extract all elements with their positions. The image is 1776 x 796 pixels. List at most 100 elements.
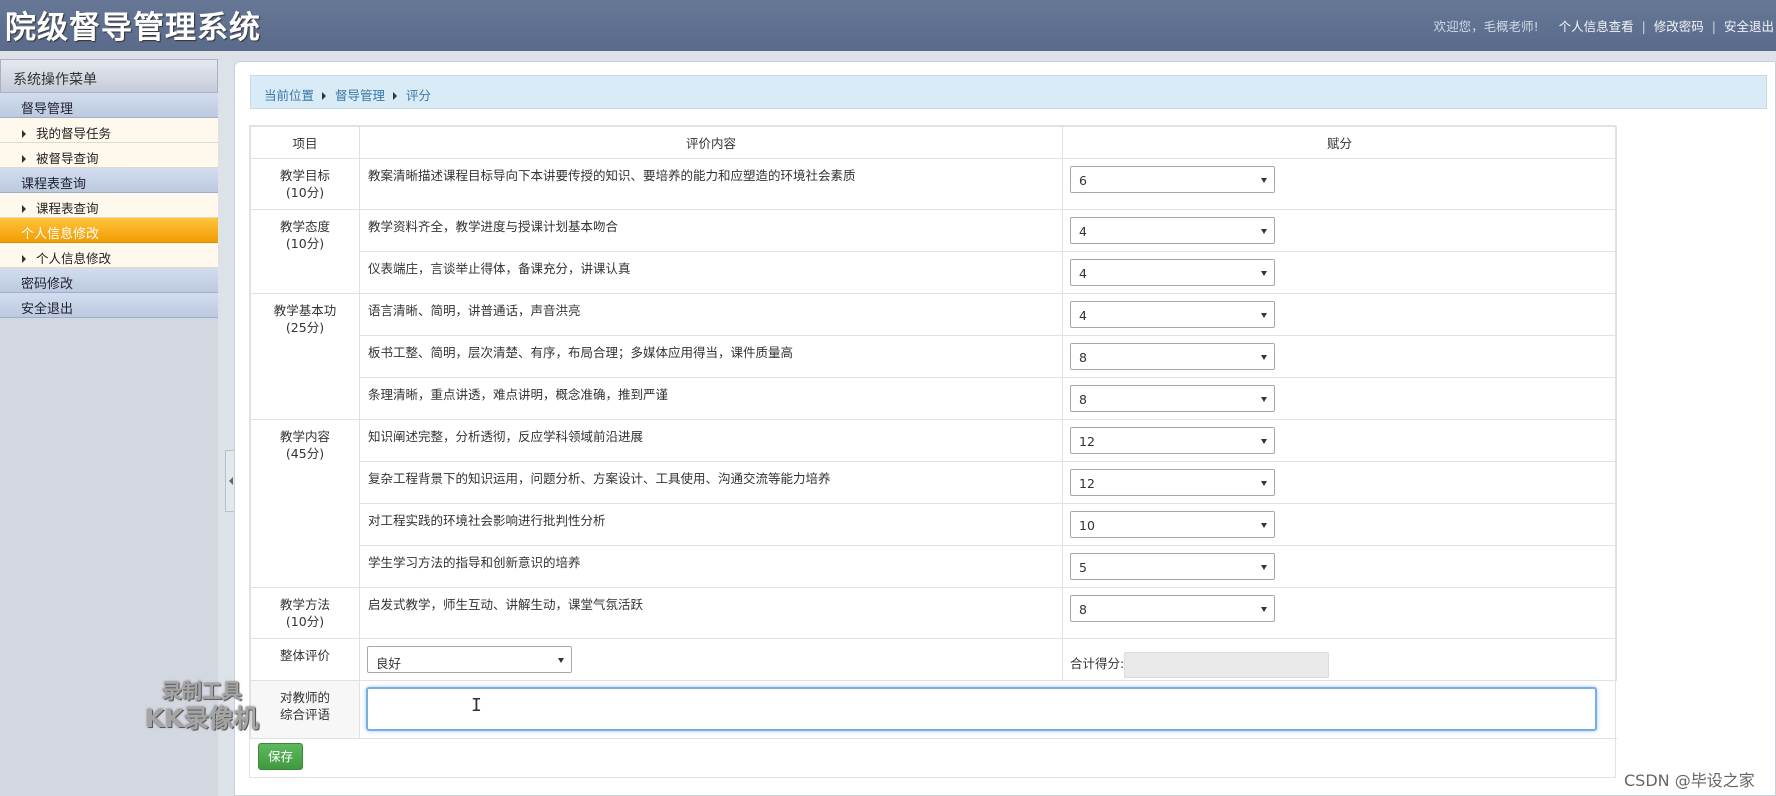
score-value: 4 — [1079, 308, 1087, 323]
score-select[interactable]: 8 — [1070, 595, 1275, 622]
comment-label-line2: 综合评语 — [279, 707, 330, 722]
evaluation-table: 项目 评价内容 赋分 教学目标 (10分) 教案清晰描述课程目标导向下本讲要传授的… — [250, 126, 1617, 739]
comment-label-cell: 对教师的 综合评语 — [250, 680, 360, 739]
score-select[interactable]: 6 — [1070, 166, 1275, 193]
top-header: 院级督导管理系统 欢迎您，毛概老师! 个人信息查看 | 修改密码 | 安全退出 — [0, 0, 1776, 51]
table-row: 复杂工程背景下的知识运用，问题分析、方案设计、工具使用、沟通交流等能力培养 12 — [251, 461, 1617, 504]
criterion-text: 条理清晰，重点讲透，难点讲明，概念准确，推到严谨 — [359, 377, 1063, 420]
header-content: 评价内容 — [359, 126, 1063, 159]
caret-right-icon — [22, 154, 26, 163]
score-cell: 8 — [1062, 587, 1617, 639]
recorder-watermark: 录制工具 KK录像机 — [145, 678, 259, 732]
score-value: 12 — [1079, 434, 1095, 449]
overall-cell: 良好 — [359, 638, 1063, 681]
item-name: 教学基本功 — [273, 303, 337, 318]
watermark-line2: KK录像机 — [145, 704, 259, 733]
score-select[interactable]: 12 — [1070, 469, 1275, 496]
menu-title: 系统操作菜单 — [0, 59, 218, 93]
dropdown-arrow-icon — [1261, 271, 1267, 276]
menu-item-profile-edit[interactable]: 个人信息修改 — [0, 243, 218, 268]
score-value: 8 — [1079, 602, 1087, 617]
item-points: (10分) — [285, 236, 325, 251]
menu-group-logout[interactable]: 安全退出 — [0, 293, 218, 318]
score-select[interactable]: 8 — [1070, 343, 1275, 370]
item-points: (25分) — [285, 320, 325, 335]
score-cell: 10 — [1062, 503, 1617, 546]
header-score: 赋分 — [1062, 126, 1617, 159]
overall-select[interactable]: 良好 — [367, 646, 572, 673]
menu-item-label: 我的督导任务 — [36, 126, 112, 141]
dropdown-arrow-icon — [1261, 439, 1267, 444]
menu-group-password[interactable]: 密码修改 — [0, 268, 218, 293]
logout-link[interactable]: 安全退出 — [1724, 19, 1774, 34]
table-row: 学生学习方法的指导和创新意识的培养 5 — [251, 545, 1617, 588]
dropdown-arrow-icon — [1261, 313, 1267, 318]
header-links: 欢迎您，毛概老师! 个人信息查看 | 修改密码 | 安全退出 — [1434, 16, 1774, 35]
csdn-watermark: CSDN @毕设之家 — [1624, 771, 1755, 790]
score-value: 8 — [1079, 392, 1087, 407]
score-select[interactable]: 4 — [1070, 217, 1275, 244]
score-select[interactable]: 12 — [1070, 427, 1275, 454]
score-cell: 12 — [1062, 461, 1617, 504]
dropdown-arrow-icon — [1261, 229, 1267, 234]
dropdown-arrow-icon — [1261, 523, 1267, 528]
breadcrumb-current-location[interactable]: 当前位置 — [264, 88, 314, 103]
dropdown-arrow-icon — [1261, 178, 1267, 183]
item-name: 教学内容 — [279, 429, 330, 444]
table-row: 仪表端庄，言谈举止得体，备课充分，讲课认真 4 — [251, 251, 1617, 294]
menu-group-supervision[interactable]: 督导管理 — [0, 93, 218, 118]
comment-label-line1: 对教师的 — [279, 690, 330, 705]
header-item: 项目 — [250, 126, 360, 159]
criterion-text: 复杂工程背景下的知识运用，问题分析、方案设计、工具使用、沟通交流等能力培养 — [359, 461, 1063, 504]
score-select[interactable]: 10 — [1070, 511, 1275, 538]
table-row: 教学内容 (45分) 知识阐述完整，分析透彻，反应学科领域前沿进展 12 — [250, 419, 1617, 588]
item-name: 教学方法 — [279, 597, 330, 612]
menu-item-my-tasks[interactable]: 我的督导任务 — [0, 118, 218, 143]
comment-row: 对教师的 综合评语 — [250, 680, 1617, 739]
menu-item-label: 个人信息修改 — [36, 251, 112, 266]
score-cell: 4 — [1062, 251, 1617, 294]
comment-textarea[interactable] — [366, 687, 1597, 731]
item-cell: 教学态度 (10分) — [250, 209, 360, 294]
menu-item-schedule-query[interactable]: 课程表查询 — [0, 193, 218, 218]
criterion-text: 启发式教学，师生互动、讲解生动，课堂气氛活跃 — [359, 587, 1063, 639]
system-title: 院级督导管理系统 — [5, 10, 261, 46]
table-row: 教学方法 (10分) 启发式教学，师生互动、讲解生动，课堂气氛活跃 8 — [250, 587, 1617, 639]
save-button[interactable]: 保存 — [258, 743, 303, 770]
dropdown-arrow-icon — [1261, 355, 1267, 360]
caret-right-icon — [22, 204, 26, 213]
score-cell: 8 — [1062, 335, 1617, 378]
table-row: 教学目标 (10分) 教案清晰描述课程目标导向下本讲要传授的知识、要培养的能力和应… — [250, 158, 1617, 210]
criterion-text: 对工程实践的环境社会影响进行批判性分析 — [359, 503, 1063, 546]
total-cell: 合计得分: — [1062, 638, 1617, 681]
score-select[interactable]: 4 — [1070, 259, 1275, 286]
menu-group-profile[interactable]: 个人信息修改 — [0, 218, 218, 243]
table-row: 教学态度 (10分) 教学资料齐全，教学进度与授课计划基本吻合 4 — [250, 209, 1617, 294]
score-value: 6 — [1079, 173, 1087, 188]
score-value: 8 — [1079, 350, 1087, 365]
change-password-link[interactable]: 修改密码 — [1654, 19, 1704, 34]
table-row: 条理清晰，重点讲透，难点讲明，概念准确，推到严谨 8 — [251, 377, 1617, 420]
score-select[interactable]: 8 — [1070, 385, 1275, 412]
criterion-text: 语言清晰、简明，讲普通话，声音洪亮 — [359, 293, 1063, 336]
watermark-line1: 录制工具 — [161, 679, 242, 703]
dropdown-arrow-icon — [1261, 397, 1267, 402]
breadcrumb-arrow-icon — [393, 92, 398, 100]
dropdown-arrow-icon — [1261, 565, 1267, 570]
score-cell: 8 — [1062, 377, 1617, 420]
score-cell: 6 — [1062, 158, 1617, 210]
score-value: 4 — [1079, 266, 1087, 281]
score-select[interactable]: 4 — [1070, 301, 1275, 328]
menu-item-label: 被督导查询 — [36, 151, 99, 166]
profile-view-link[interactable]: 个人信息查看 — [1559, 19, 1634, 34]
score-select[interactable]: 5 — [1070, 553, 1275, 580]
item-name: 教学目标 — [279, 168, 330, 183]
breadcrumb-supervision[interactable]: 督导管理 — [335, 88, 385, 103]
dropdown-arrow-icon — [1261, 607, 1267, 612]
item-name: 教学态度 — [279, 219, 330, 234]
menu-item-supervised-query[interactable]: 被督导查询 — [0, 143, 218, 168]
criterion-text: 板书工整、简明，层次清楚、有序，布局合理；多媒体应用得当，课件质量高 — [359, 335, 1063, 378]
score-value: 5 — [1079, 560, 1087, 575]
menu-group-schedule[interactable]: 课程表查询 — [0, 168, 218, 193]
overall-label: 整体评价 — [250, 638, 360, 681]
